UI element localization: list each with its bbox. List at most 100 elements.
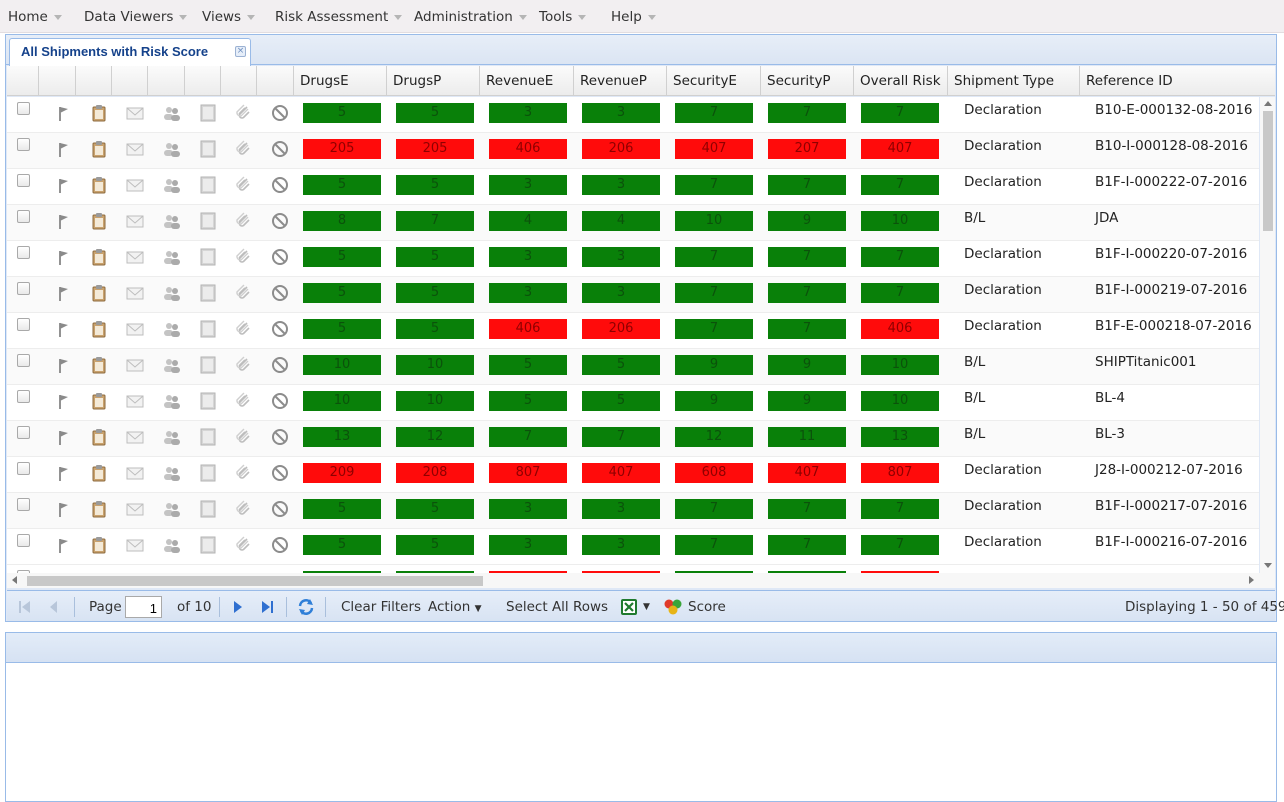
flag-icon[interactable]: [53, 499, 73, 519]
people-icon[interactable]: [162, 175, 182, 195]
envelope-icon[interactable]: [125, 499, 145, 519]
header-security-e[interactable]: SecurityE: [667, 66, 761, 96]
table-row[interactable]: 5 5 3 3 7 7 7 Declaration B1F-I-000216-07-2016: [7, 529, 1259, 565]
envelope-icon[interactable]: [125, 535, 145, 555]
flag-icon[interactable]: [53, 355, 73, 375]
clipboard-icon[interactable]: [89, 355, 109, 375]
table-row[interactable]: 5 5 406 206 7 7 406 Declaration B1F-E-000218-07-…: [7, 313, 1259, 349]
envelope-icon[interactable]: [125, 139, 145, 159]
clipboard-icon[interactable]: [89, 175, 109, 195]
menu-risk-assessment[interactable]: Risk Assessment: [275, 8, 403, 26]
row-checkbox[interactable]: [17, 462, 30, 475]
clear-filters-button[interactable]: Clear Filters: [341, 599, 421, 615]
header-drugs-e[interactable]: DrugsE: [294, 66, 387, 96]
table-row[interactable]: 205 205 406 206 407 207 407 Declaration B10-I-00…: [7, 133, 1259, 169]
first-page-icon[interactable]: [17, 599, 33, 615]
people-icon[interactable]: [162, 139, 182, 159]
people-icon[interactable]: [162, 211, 182, 231]
envelope-icon[interactable]: [125, 175, 145, 195]
scroll-left-icon[interactable]: [12, 576, 17, 584]
flag-icon[interactable]: [53, 283, 73, 303]
envelope-icon[interactable]: [125, 427, 145, 447]
envelope-icon[interactable]: [125, 283, 145, 303]
scroll-up-icon[interactable]: [1264, 101, 1272, 106]
next-page-icon[interactable]: [230, 599, 246, 615]
row-checkbox[interactable]: [17, 246, 30, 259]
clipboard-icon[interactable]: [89, 247, 109, 267]
document-icon[interactable]: [198, 391, 218, 411]
paperclip-icon[interactable]: [234, 139, 254, 159]
menu-views[interactable]: Views: [202, 8, 256, 26]
row-checkbox[interactable]: [17, 282, 30, 295]
flag-icon[interactable]: [53, 319, 73, 339]
close-icon[interactable]: ×: [235, 46, 246, 57]
people-icon[interactable]: [162, 391, 182, 411]
table-row[interactable]: 5 5 3 3 7 7 7 Declaration B1F-I-000219-07-2016: [7, 277, 1259, 313]
flag-icon[interactable]: [53, 211, 73, 231]
block-icon[interactable]: [270, 535, 290, 555]
scroll-down-icon[interactable]: [1264, 563, 1272, 568]
tab-all-shipments[interactable]: All Shipments with Risk Score ×: [9, 38, 251, 66]
table-row[interactable]: 209 208 807 407 608 407 807 Declaration J28-I-00…: [7, 457, 1259, 493]
flag-icon[interactable]: [53, 391, 73, 411]
flag-icon[interactable]: [53, 427, 73, 447]
row-checkbox[interactable]: [17, 138, 30, 151]
document-icon[interactable]: [198, 427, 218, 447]
paperclip-icon[interactable]: [234, 535, 254, 555]
menu-administration[interactable]: Administration: [414, 8, 527, 26]
envelope-icon[interactable]: [125, 103, 145, 123]
document-icon[interactable]: [198, 175, 218, 195]
table-row[interactable]: 5 5 3 3 7 7 7 Declaration B1F-I-000220-07-2016: [7, 241, 1259, 277]
chevron-down-icon[interactable]: ▼: [643, 602, 650, 612]
header-overall-risk[interactable]: Overall Risk: [854, 66, 948, 96]
block-icon[interactable]: [270, 319, 290, 339]
header-drugs-p[interactable]: DrugsP: [387, 66, 480, 96]
header-revenue-e[interactable]: RevenueE: [480, 66, 574, 96]
excel-export-icon[interactable]: [619, 597, 639, 617]
clipboard-icon[interactable]: [89, 319, 109, 339]
document-icon[interactable]: [198, 283, 218, 303]
scroll-right-icon[interactable]: [1249, 576, 1254, 584]
people-icon[interactable]: [162, 319, 182, 339]
envelope-icon[interactable]: [125, 319, 145, 339]
table-row[interactable]: 10 10 5 5 9 9 10 B/L BL-4: [7, 385, 1259, 421]
flag-icon[interactable]: [53, 535, 73, 555]
row-checkbox[interactable]: [17, 390, 30, 403]
row-checkbox[interactable]: [17, 318, 30, 331]
envelope-icon[interactable]: [125, 247, 145, 267]
flag-icon[interactable]: [53, 175, 73, 195]
clipboard-icon[interactable]: [89, 427, 109, 447]
document-icon[interactable]: [198, 355, 218, 375]
document-icon[interactable]: [198, 535, 218, 555]
document-icon[interactable]: [198, 211, 218, 231]
page-number-input[interactable]: [125, 596, 162, 618]
document-icon[interactable]: [198, 247, 218, 267]
flag-icon[interactable]: [53, 463, 73, 483]
block-icon[interactable]: [270, 283, 290, 303]
horizontal-scrollbar[interactable]: [7, 573, 1275, 588]
row-checkbox[interactable]: [17, 498, 30, 511]
document-icon[interactable]: [198, 499, 218, 519]
vertical-scroll-thumb[interactable]: [1263, 111, 1273, 231]
row-checkbox[interactable]: [17, 174, 30, 187]
paperclip-icon[interactable]: [234, 211, 254, 231]
document-icon[interactable]: [198, 319, 218, 339]
document-icon[interactable]: [198, 103, 218, 123]
table-row[interactable]: 5 5 3 3 7 7 7 Declaration B1F-I-000217-07-2016: [7, 493, 1259, 529]
row-checkbox[interactable]: [17, 210, 30, 223]
people-icon[interactable]: [162, 247, 182, 267]
clipboard-icon[interactable]: [89, 391, 109, 411]
row-checkbox[interactable]: [17, 102, 30, 115]
block-icon[interactable]: [270, 103, 290, 123]
header-shipment-type[interactable]: Shipment Type: [948, 66, 1080, 96]
envelope-icon[interactable]: [125, 211, 145, 231]
document-icon[interactable]: [198, 463, 218, 483]
action-menu-button[interactable]: Action ▼: [428, 599, 482, 615]
paperclip-icon[interactable]: [234, 103, 254, 123]
row-checkbox[interactable]: [17, 354, 30, 367]
row-checkbox[interactable]: [17, 534, 30, 547]
horizontal-scroll-thumb[interactable]: [27, 576, 483, 586]
refresh-icon[interactable]: [296, 597, 316, 617]
people-icon[interactable]: [162, 427, 182, 447]
menu-tools[interactable]: Tools: [539, 8, 587, 26]
